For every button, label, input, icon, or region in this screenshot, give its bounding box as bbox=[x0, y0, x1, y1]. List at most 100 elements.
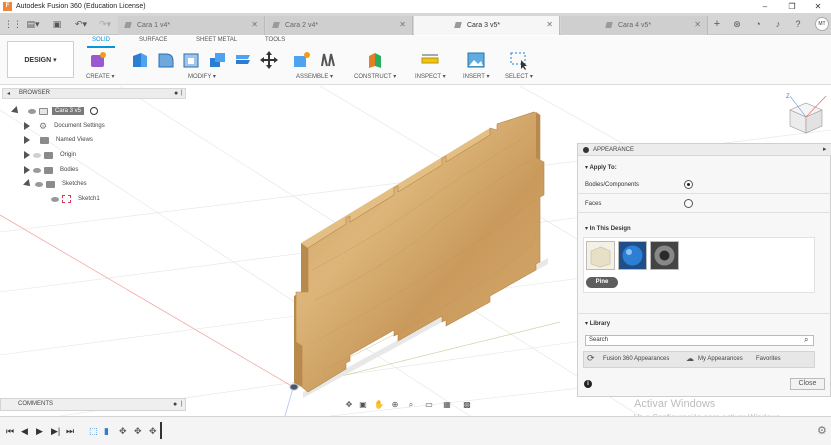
orbit-move-icon[interactable]: ✥ bbox=[344, 400, 354, 410]
play-icon[interactable]: ▶ bbox=[36, 426, 43, 436]
pine-swatch[interactable] bbox=[586, 241, 615, 270]
minimize-button[interactable]: – bbox=[752, 0, 778, 13]
help-icon[interactable]: ? bbox=[792, 18, 804, 30]
timeline-settings-gear-icon[interactable]: ⚙ bbox=[817, 424, 827, 437]
tree-item-bodies[interactable]: Bodies bbox=[24, 164, 81, 176]
modify-menu[interactable]: MODIFY ▾ bbox=[188, 73, 216, 80]
appearance-header[interactable]: APPEARANCE ▸ bbox=[578, 144, 831, 156]
tab-solid[interactable]: SOLID bbox=[92, 37, 110, 43]
tab-surface[interactable]: SURFACE bbox=[139, 37, 167, 43]
visibility-eye-icon[interactable] bbox=[35, 181, 43, 187]
library-search-input[interactable]: Search bbox=[585, 335, 814, 346]
tab-cara-4[interactable]: Cara 4 v5* ✕ bbox=[561, 16, 708, 35]
look-at-icon[interactable]: ▣ bbox=[358, 400, 368, 410]
expand-panel-icon[interactable]: | bbox=[181, 89, 183, 98]
fillet-icon[interactable] bbox=[156, 50, 176, 70]
assemble-menu[interactable]: ASSEMBLE ▾ bbox=[296, 73, 333, 80]
timeline-marker[interactable] bbox=[160, 422, 162, 439]
measure-icon[interactable] bbox=[420, 50, 440, 70]
display-settings-icon[interactable]: ▭ bbox=[424, 400, 434, 410]
go-to-end-icon[interactable]: ⏭ bbox=[66, 426, 74, 436]
tab-cara-1[interactable]: Cara 1 v4* ✕ bbox=[118, 16, 265, 35]
sketch-timeline-icon[interactable]: ⬚ bbox=[89, 426, 98, 436]
joint-icon[interactable] bbox=[318, 50, 338, 70]
tree-root[interactable]: Cara 3 v5 bbox=[11, 105, 99, 117]
grid-settings-icon[interactable]: ▦ bbox=[442, 400, 452, 410]
insert-menu[interactable]: INSERT ▾ bbox=[463, 73, 489, 80]
tab-sheet-metal[interactable]: SHEET METAL bbox=[196, 37, 237, 43]
tab-close-icon[interactable]: ✕ bbox=[399, 20, 406, 29]
insert-image-icon[interactable] bbox=[466, 50, 486, 70]
notifications-bell-icon[interactable]: ♪ bbox=[772, 18, 784, 30]
move-timeline-icon[interactable]: ✥ bbox=[149, 426, 157, 436]
tab-close-icon[interactable]: ✕ bbox=[546, 20, 553, 29]
new-tab-plus-icon[interactable]: + bbox=[711, 18, 723, 30]
info-icon[interactable]: i bbox=[584, 380, 592, 388]
restore-button[interactable]: ❐ bbox=[779, 0, 805, 13]
close-window-button[interactable]: ✕ bbox=[805, 0, 831, 13]
tree-item-origin[interactable]: Origin bbox=[24, 149, 79, 161]
expand-panel-icon[interactable]: | bbox=[181, 399, 183, 410]
zoom-icon[interactable]: ⊕ bbox=[390, 400, 400, 410]
tree-item-sketches[interactable]: Sketches bbox=[23, 178, 90, 190]
visibility-eye-icon[interactable] bbox=[51, 196, 59, 202]
grid-icon[interactable]: ⋮⋮ bbox=[4, 18, 22, 30]
tree-item-named-views[interactable]: Named Views bbox=[24, 134, 96, 146]
undo-icon[interactable]: ↶▾ bbox=[72, 18, 90, 30]
expand-triangle-icon[interactable] bbox=[23, 179, 33, 189]
step-back-icon[interactable]: ◀ bbox=[21, 426, 28, 436]
tab-cara-2[interactable]: Cara 2 v4* ✕ bbox=[266, 16, 413, 35]
step-forward-icon[interactable]: ▶| bbox=[51, 426, 60, 436]
tab-cara-3[interactable]: Cara 3 v5* ✕ bbox=[414, 16, 560, 35]
create-menu[interactable]: CREATE ▾ bbox=[86, 73, 115, 80]
viewcube[interactable] bbox=[789, 95, 827, 134]
visibility-eye-icon[interactable] bbox=[33, 167, 41, 173]
inspect-menu[interactable]: INSPECT ▾ bbox=[415, 73, 446, 80]
construct-menu[interactable]: CONSTRUCT ▾ bbox=[354, 73, 396, 80]
tree-item-sketch1[interactable]: Sketch1 bbox=[48, 193, 103, 205]
viewports-icon[interactable]: ▩ bbox=[462, 400, 472, 410]
go-to-start-icon[interactable]: ⏮ bbox=[6, 426, 14, 436]
faces-radio[interactable] bbox=[684, 199, 693, 208]
lib-tab-favorites[interactable]: Favorites bbox=[756, 352, 781, 367]
activate-radio-icon[interactable] bbox=[90, 107, 99, 115]
redo-icon[interactable]: ↷▾ bbox=[96, 18, 114, 30]
move-timeline-icon[interactable]: ✥ bbox=[119, 426, 127, 436]
expand-arrow-icon[interactable]: ▸ bbox=[823, 144, 827, 156]
expand-triangle-icon[interactable] bbox=[24, 136, 30, 144]
lib-tab-my-appearances[interactable]: My Appearances bbox=[698, 352, 743, 367]
extrude-timeline-icon[interactable]: ▮ bbox=[104, 426, 109, 436]
select-box-icon[interactable] bbox=[509, 50, 529, 70]
origin-point-icon[interactable] bbox=[289, 383, 299, 391]
apply-to-section[interactable]: ▾ Apply To: bbox=[585, 164, 617, 171]
press-pull-icon[interactable] bbox=[233, 50, 253, 70]
expand-triangle-icon[interactable] bbox=[24, 166, 30, 174]
extensions-icon[interactable]: ⊛ bbox=[731, 18, 743, 30]
search-icon[interactable]: ⌕ bbox=[804, 335, 808, 345]
wood-panel-face[interactable] bbox=[295, 111, 545, 393]
new-component-icon[interactable] bbox=[292, 50, 312, 70]
create-form-icon[interactable] bbox=[88, 50, 108, 70]
tab-close-icon[interactable]: ✕ bbox=[694, 20, 701, 29]
library-section[interactable]: ▾ Library bbox=[585, 320, 610, 327]
user-avatar[interactable]: MT bbox=[815, 17, 829, 31]
shell-icon[interactable] bbox=[181, 50, 201, 70]
visibility-eye-icon[interactable] bbox=[33, 152, 41, 158]
browser-header[interactable]: ◂ BROWSER ● | bbox=[2, 88, 186, 99]
select-menu[interactable]: SELECT ▾ bbox=[505, 73, 533, 80]
job-status-icon[interactable]: ◔ bbox=[752, 18, 764, 30]
move-copy-icon[interactable] bbox=[259, 50, 279, 70]
expand-triangle-icon[interactable] bbox=[24, 151, 30, 159]
move-timeline-icon[interactable]: ✥ bbox=[134, 426, 142, 436]
comments-panel[interactable]: COMMENTS ● | bbox=[0, 398, 186, 411]
expand-triangle-icon[interactable] bbox=[24, 122, 30, 130]
workspace-switcher[interactable]: DESIGN ▾ bbox=[7, 41, 74, 78]
combine-icon[interactable] bbox=[207, 50, 227, 70]
lib-tab-fusion[interactable]: Fusion 360 Appearances bbox=[603, 352, 669, 367]
tree-item-document-settings[interactable]: ⚙ Document Settings bbox=[24, 120, 108, 132]
pin-icon[interactable]: ● bbox=[174, 89, 178, 98]
collapse-triangle-icon[interactable]: ◂ bbox=[7, 90, 10, 99]
close-button[interactable]: Close bbox=[790, 378, 825, 390]
offset-plane-icon[interactable] bbox=[365, 50, 385, 70]
pin-icon[interactable]: ● bbox=[173, 399, 177, 410]
